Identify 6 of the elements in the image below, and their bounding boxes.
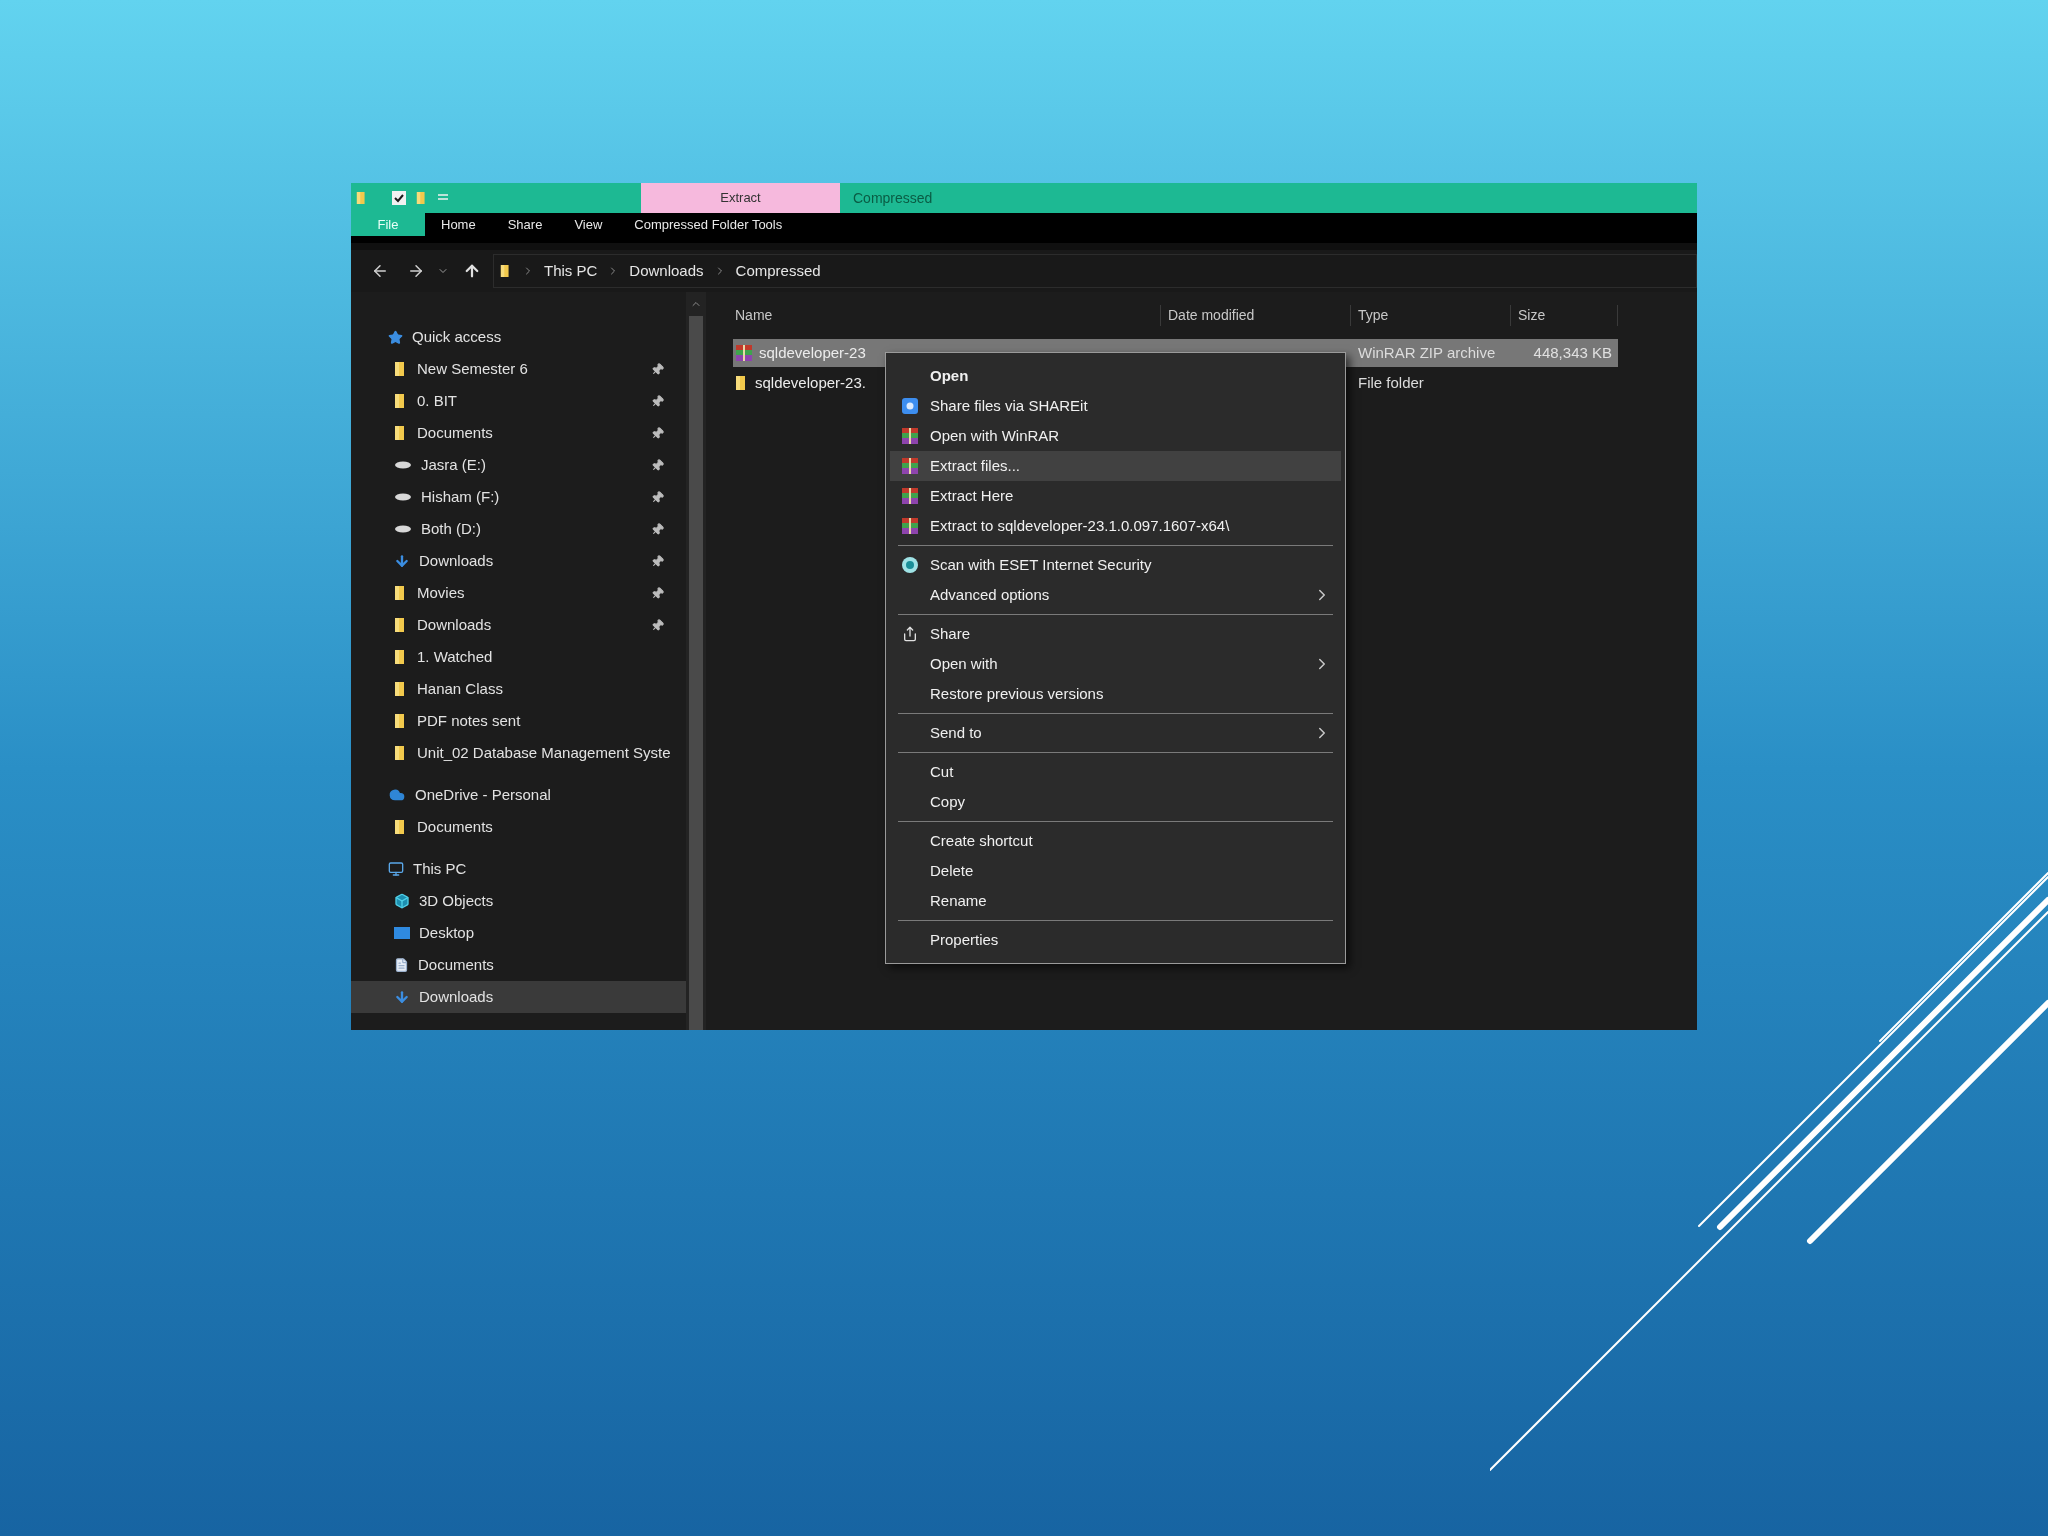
file-type: WinRAR ZIP archive	[1357, 342, 1497, 363]
context-title: Compressed	[853, 188, 933, 208]
file-name: sqldeveloper-23	[759, 342, 866, 363]
file-name: sqldeveloper-23.	[755, 372, 866, 393]
file-type: File folder	[1357, 372, 1425, 393]
file-size: 448,343 KB	[1532, 342, 1613, 363]
